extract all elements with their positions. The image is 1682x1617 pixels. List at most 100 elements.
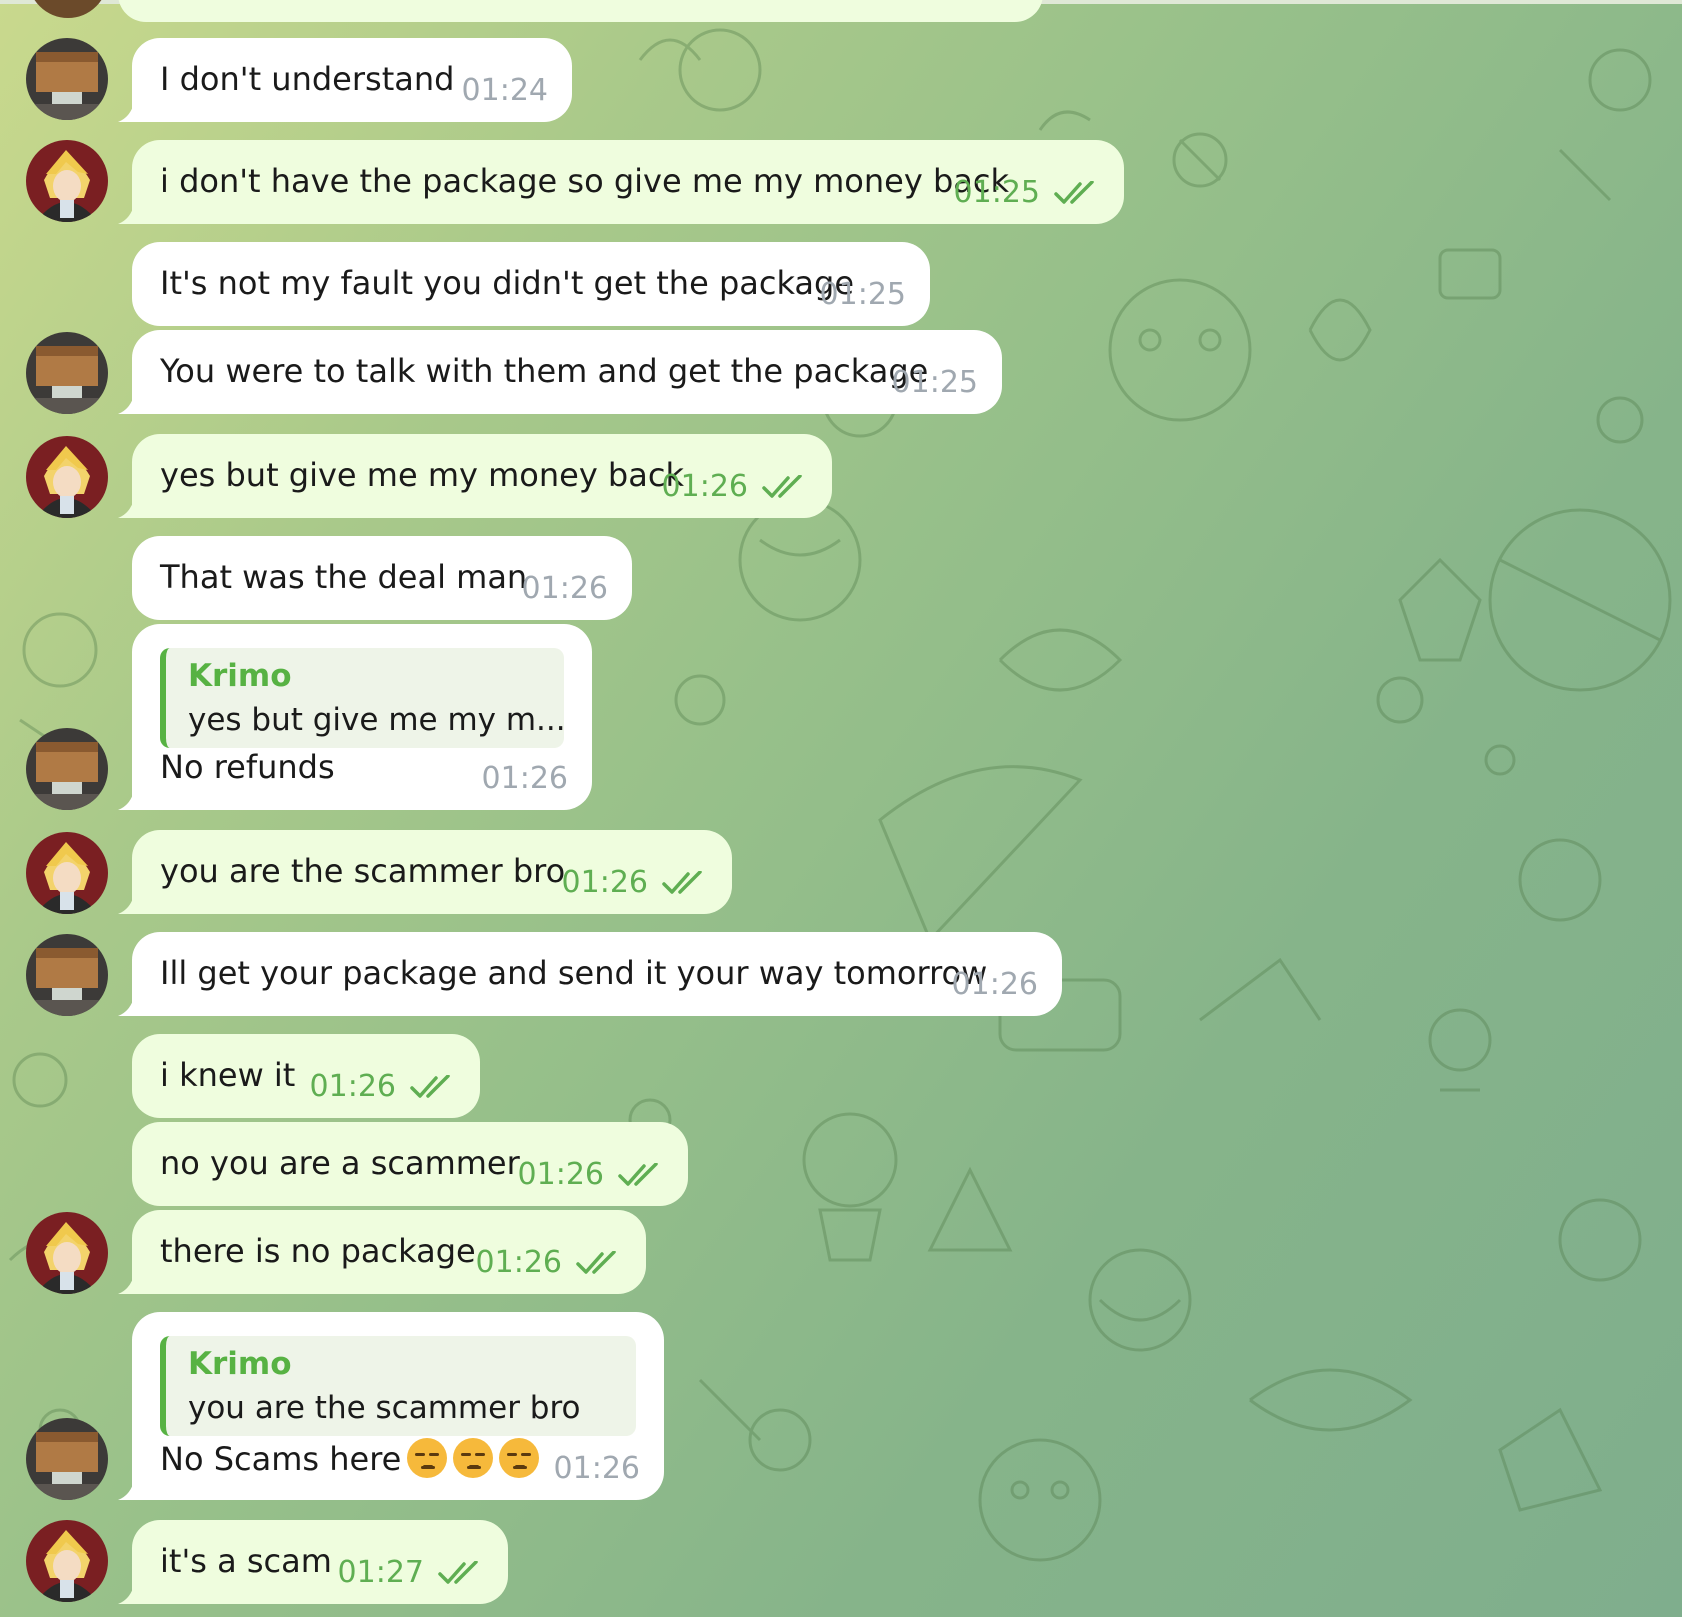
avatar-package-photo-icon[interactable] bbox=[26, 332, 108, 414]
bubble-tail bbox=[118, 1574, 148, 1604]
message-bubble[interactable]: That was the deal man 01:26 bbox=[132, 536, 632, 620]
bubble-tail bbox=[118, 488, 148, 518]
double-check-read-icon bbox=[662, 870, 702, 894]
avatar-package-photo-icon[interactable] bbox=[26, 38, 108, 120]
message-meta: 01:26 bbox=[662, 469, 808, 504]
message-meta: 01:25 bbox=[820, 277, 906, 312]
message-bubble[interactable]: i don't have the package so give me my m… bbox=[118, 140, 1124, 224]
message-text: I don't understand bbox=[160, 60, 454, 98]
message-text-content: i knew it bbox=[160, 1056, 296, 1094]
bubble-tail bbox=[118, 1264, 148, 1294]
reply-snippet: yes but give me my m... bbox=[188, 702, 566, 738]
message-text: you are the scammer bro bbox=[160, 852, 565, 890]
message-meta: 01:27 bbox=[338, 1555, 484, 1590]
avatar-anime-character-icon[interactable] bbox=[26, 436, 108, 518]
message-timestamp: 01:24 bbox=[461, 73, 548, 108]
message-timestamp: 01:26 bbox=[517, 1157, 604, 1192]
chat-history[interactable]: I don't understand 01:24 i don't have the … bbox=[0, 0, 1682, 1617]
message-meta: 01:26 bbox=[554, 1451, 640, 1486]
message-timestamp: 01:26 bbox=[309, 1069, 396, 1104]
message-timestamp: 01:25 bbox=[891, 365, 978, 400]
message-bubble[interactable]: no you are a scammer 01:26 bbox=[132, 1122, 688, 1206]
message-bubble[interactable]: It's not my fault you didn't get the pac… bbox=[132, 242, 930, 326]
message-text: it's a scam bbox=[160, 1542, 332, 1580]
message-meta: 01:25 bbox=[954, 175, 1100, 210]
message-meta: 01:25 bbox=[892, 365, 978, 400]
reply-author-name: Krimo bbox=[188, 1346, 292, 1382]
unamused-face-emoji-icon bbox=[407, 1438, 448, 1478]
reply-quote[interactable]: Krimo you are the scammer bro bbox=[160, 1336, 636, 1436]
double-check-read-icon bbox=[618, 1162, 658, 1186]
bubble-tail bbox=[118, 92, 148, 122]
avatar-package-photo-icon[interactable] bbox=[26, 728, 108, 810]
message-bubble[interactable]: You were to talk with them and get the p… bbox=[118, 330, 1002, 414]
avatar-package-photo-icon[interactable] bbox=[26, 934, 108, 1016]
message-text: no you are a scammer bbox=[160, 1144, 520, 1182]
message-text: It's not my fault you didn't get the pac… bbox=[160, 264, 854, 302]
message-text: No refunds bbox=[160, 748, 335, 786]
bubble-tail bbox=[118, 194, 148, 224]
message-text-content: You were to talk with them and get the p… bbox=[160, 352, 929, 390]
message-timestamp: 01:25 bbox=[953, 175, 1040, 210]
message-bubble[interactable]: i knew it 01:26 bbox=[132, 1034, 480, 1118]
message-meta: 01:26 bbox=[522, 571, 608, 606]
message-text: That was the deal man bbox=[160, 558, 527, 596]
message-text: i knew it bbox=[160, 1056, 295, 1094]
message-timestamp: 01:27 bbox=[337, 1555, 424, 1590]
message-bubble[interactable]: Krimo you are the scammer bro No Scams her… bbox=[118, 1312, 664, 1500]
message-meta: 01:26 bbox=[310, 1069, 456, 1104]
double-check-read-icon bbox=[762, 474, 802, 498]
reply-author-name: Krimo bbox=[188, 658, 292, 694]
message-bubble-partial[interactable] bbox=[118, 0, 1043, 22]
message-text-content: That was the deal man bbox=[160, 558, 528, 596]
message-text-content: there is no package bbox=[160, 1232, 476, 1270]
message-meta: 01:26 bbox=[476, 1245, 622, 1280]
message-text-content: I don't understand bbox=[160, 60, 455, 98]
double-check-read-icon bbox=[410, 1074, 450, 1098]
double-check-read-icon bbox=[1054, 180, 1094, 204]
message-text: yes but give me my money back bbox=[160, 456, 684, 494]
message-timestamp: 01:26 bbox=[951, 967, 1038, 1002]
avatar-anime-character-icon[interactable] bbox=[26, 140, 108, 222]
bubble-tail bbox=[118, 986, 148, 1016]
message-timestamp: 01:25 bbox=[819, 277, 906, 312]
double-check-read-icon bbox=[438, 1560, 478, 1584]
message-text-content: you are the scammer bro bbox=[160, 852, 566, 890]
message-text: Ill get your package and send it your wa… bbox=[160, 954, 987, 992]
message-text: there is no package bbox=[160, 1232, 476, 1270]
message-bubble[interactable]: I don't understand 01:24 bbox=[118, 38, 572, 122]
message-meta: 01:26 bbox=[482, 761, 568, 796]
message-meta: 01:24 bbox=[462, 73, 548, 108]
message-bubble[interactable]: it's a scam 01:27 bbox=[118, 1520, 508, 1604]
message-text: You were to talk with them and get the p… bbox=[160, 352, 928, 390]
message-text-content: No refunds bbox=[160, 748, 335, 786]
bubble-tail bbox=[118, 384, 148, 414]
message-timestamp: 01:26 bbox=[475, 1245, 562, 1280]
message-text-content: No Scams here bbox=[160, 1440, 402, 1478]
message-timestamp: 01:26 bbox=[553, 1451, 640, 1486]
reply-quote[interactable]: Krimo yes but give me my m... bbox=[160, 648, 566, 748]
avatar-anime-character-icon[interactable] bbox=[26, 1520, 108, 1602]
message-bubble[interactable]: yes but give me my money back 01:26 bbox=[118, 434, 832, 518]
message-text-content: i don't have the package so give me my m… bbox=[160, 162, 1009, 200]
message-text-content: Ill get your package and send it your wa… bbox=[160, 954, 988, 992]
message-text-content: yes but give me my money back bbox=[160, 456, 684, 494]
message-meta: 01:26 bbox=[952, 967, 1038, 1002]
message-timestamp: 01:26 bbox=[661, 469, 748, 504]
message-text: No Scams here bbox=[160, 1438, 540, 1478]
avatar-anime-character-icon[interactable] bbox=[26, 1212, 108, 1294]
message-text: i don't have the package so give me my m… bbox=[160, 162, 1009, 200]
message-text-content: it's a scam bbox=[160, 1542, 332, 1580]
message-bubble[interactable]: you are the scammer bro 01:26 bbox=[118, 830, 732, 914]
unamused-face-emoji-icon bbox=[453, 1438, 494, 1478]
double-check-read-icon bbox=[576, 1250, 616, 1274]
bubble-tail bbox=[118, 884, 148, 914]
message-text-content: no you are a scammer bbox=[160, 1144, 520, 1182]
avatar-package-photo-icon[interactable] bbox=[26, 1418, 108, 1500]
message-bubble[interactable]: Ill get your package and send it your wa… bbox=[118, 932, 1062, 1016]
message-bubble[interactable]: there is no package 01:26 bbox=[118, 1210, 646, 1294]
bubble-tail bbox=[118, 1470, 148, 1500]
message-bubble[interactable]: Krimo yes but give me my m... No refunds 01… bbox=[118, 624, 592, 810]
avatar-anime-character-icon[interactable] bbox=[26, 832, 108, 914]
message-meta: 01:26 bbox=[518, 1157, 664, 1192]
